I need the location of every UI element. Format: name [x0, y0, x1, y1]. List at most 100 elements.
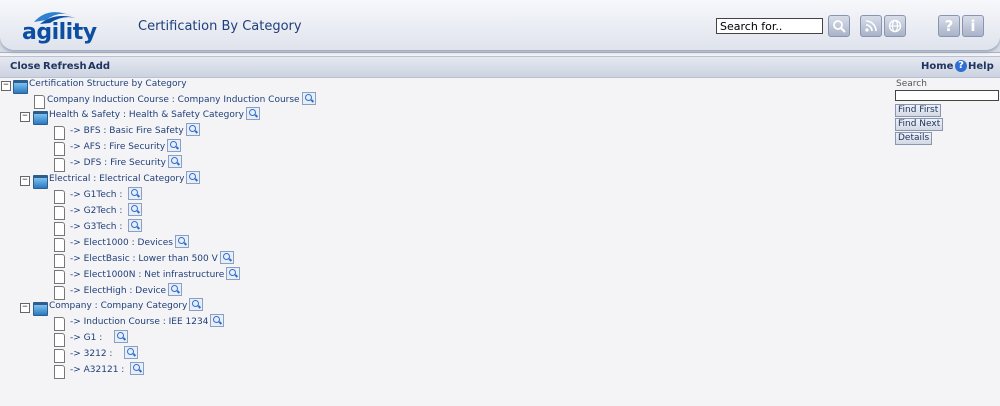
view-details-icon[interactable] — [128, 203, 143, 216]
document-icon — [54, 238, 65, 252]
tree-item-induction-label[interactable]: Company Induction Course : Company Induc… — [47, 92, 316, 105]
tree-item-text: Company Induction Course : Company Induc… — [47, 95, 300, 105]
view-details-icon[interactable] — [189, 298, 204, 311]
tree-item-text: -> A32121 : — [70, 365, 125, 375]
search-go-button[interactable] — [828, 15, 850, 37]
tree-item-label[interactable]: -> Induction Course : IEE 1234 — [70, 314, 225, 327]
globe-icon — [888, 19, 902, 33]
view-details-icon[interactable] — [128, 187, 143, 200]
tree-category-label[interactable]: Health & Safety : Health & Safety Catego… — [49, 107, 260, 120]
view-details-icon[interactable] — [167, 155, 182, 168]
folder-icon — [33, 111, 48, 125]
tree-category-label[interactable]: Electrical : Electrical Category — [49, 171, 201, 184]
rss-button[interactable] — [860, 15, 882, 37]
collapse-toggle[interactable]: − — [20, 303, 30, 313]
view-details-icon[interactable] — [124, 346, 139, 359]
document-icon — [54, 349, 65, 363]
close-button[interactable]: Close — [10, 61, 40, 72]
folder-icon — [33, 175, 48, 189]
globe-button[interactable] — [884, 15, 906, 37]
details-button[interactable]: Details — [895, 132, 933, 145]
tree-item-text: -> Elect1000N : Net infrastructure — [70, 270, 225, 280]
help-icon[interactable]: ? — [955, 60, 967, 72]
tree-item-text: -> 3212 : — [70, 349, 113, 359]
tree-root-label[interactable]: Certification Structure by Category — [29, 79, 187, 89]
tree-item-text: -> Elect1000 : Devices — [70, 238, 173, 248]
view-details-icon[interactable] — [219, 251, 234, 264]
tree-item-text: -> G1Tech : — [70, 190, 123, 200]
refresh-button[interactable]: Refresh — [43, 61, 87, 72]
tree-item-label[interactable]: -> 3212 : — [70, 346, 139, 359]
info-button[interactable]: i — [962, 15, 984, 37]
tree-category-text: Electrical : Electrical Category — [49, 174, 185, 184]
tree-item-label[interactable]: -> A32121 : — [70, 362, 145, 375]
view-details-icon[interactable] — [174, 235, 189, 248]
help-link[interactable]: Help — [968, 61, 994, 72]
home-link[interactable]: Home — [921, 61, 953, 72]
document-icon — [54, 190, 65, 204]
find-first-button[interactable]: Find First — [895, 104, 942, 117]
tree-item-text: -> G1 : — [70, 333, 103, 343]
tree-category-text: Health & Safety : Health & Safety Catego… — [49, 110, 244, 120]
collapse-toggle[interactable]: − — [20, 176, 30, 186]
view-details-icon[interactable] — [168, 283, 183, 296]
tree-item-text: -> ElectHigh : Device — [70, 286, 167, 296]
view-details-icon[interactable] — [114, 330, 129, 343]
tree-item-label[interactable]: -> Elect1000N : Net infrastructure — [70, 267, 241, 280]
document-icon — [54, 333, 65, 347]
document-icon — [34, 95, 45, 109]
tree-item-label[interactable]: -> ElectBasic : Lower than 500 V — [70, 251, 234, 264]
tree-item-text: -> BFS : Basic Fire Safety — [70, 126, 184, 136]
view-details-icon[interactable] — [128, 219, 143, 232]
view-details-icon[interactable] — [210, 314, 225, 327]
tree-item-label[interactable]: -> BFS : Basic Fire Safety — [70, 123, 200, 136]
question-icon: ? — [944, 17, 954, 35]
tree-item-text: -> G3Tech : — [70, 222, 123, 232]
app-logo-text[interactable]: agility — [22, 20, 97, 45]
tree-item-text: -> ElectBasic : Lower than 500 V — [70, 254, 218, 264]
tree-item-label[interactable]: -> ElectHigh : Device — [70, 283, 183, 296]
tree-item-text: -> Induction Course : IEE 1234 — [70, 317, 209, 327]
view-details-icon[interactable] — [167, 139, 182, 152]
view-details-icon[interactable] — [226, 267, 241, 280]
view-details-icon[interactable] — [301, 92, 316, 105]
document-icon — [54, 365, 65, 379]
document-icon — [54, 206, 65, 220]
tree-item-label[interactable]: -> G2Tech : — [70, 203, 143, 216]
view-details-icon[interactable] — [186, 171, 201, 184]
tree-search-input[interactable] — [895, 90, 999, 101]
folder-icon — [33, 302, 48, 316]
search-input[interactable] — [716, 18, 823, 34]
tree-item-label[interactable]: -> DFS : Fire Security — [70, 155, 182, 168]
collapse-toggle[interactable]: − — [20, 112, 30, 122]
find-next-button[interactable]: Find Next — [895, 118, 944, 131]
document-icon — [54, 142, 65, 156]
document-icon — [54, 317, 65, 331]
collapse-toggle[interactable]: − — [1, 81, 11, 91]
tree-item-label[interactable]: -> AFS : Fire Security — [70, 139, 182, 152]
header-panel: agility Certification By Category ? i — [0, 0, 1000, 50]
tree-category-text: Company : Company Category — [49, 301, 188, 311]
document-icon — [54, 286, 65, 300]
document-icon — [54, 254, 65, 268]
toolbar: Close Refresh Add Home ? Help — [0, 56, 1000, 78]
tree-item-label[interactable]: -> G3Tech : — [70, 219, 143, 232]
add-button[interactable]: Add — [88, 61, 110, 72]
tree-item-label[interactable]: -> G1 : — [70, 330, 129, 343]
header-bar: agility Certification By Category ? i — [0, 0, 1000, 53]
tree-item-text: -> G2Tech : — [70, 206, 123, 216]
view-details-icon[interactable] — [185, 123, 200, 136]
tree-item-label[interactable]: -> Elect1000 : Devices — [70, 235, 189, 248]
view-details-icon[interactable] — [245, 107, 260, 120]
tree-category-label[interactable]: Company : Company Category — [49, 298, 204, 311]
view-details-icon[interactable] — [130, 362, 145, 375]
magnifier-icon — [833, 20, 846, 33]
tree-item-text: -> DFS : Fire Security — [70, 158, 166, 168]
document-icon — [54, 158, 65, 172]
document-icon — [54, 222, 65, 236]
info-icon: i — [970, 17, 976, 35]
help-button[interactable]: ? — [938, 15, 960, 37]
tree-item-label[interactable]: -> G1Tech : — [70, 187, 143, 200]
tree-item-text: -> AFS : Fire Security — [70, 142, 166, 152]
folder-icon — [13, 80, 28, 94]
